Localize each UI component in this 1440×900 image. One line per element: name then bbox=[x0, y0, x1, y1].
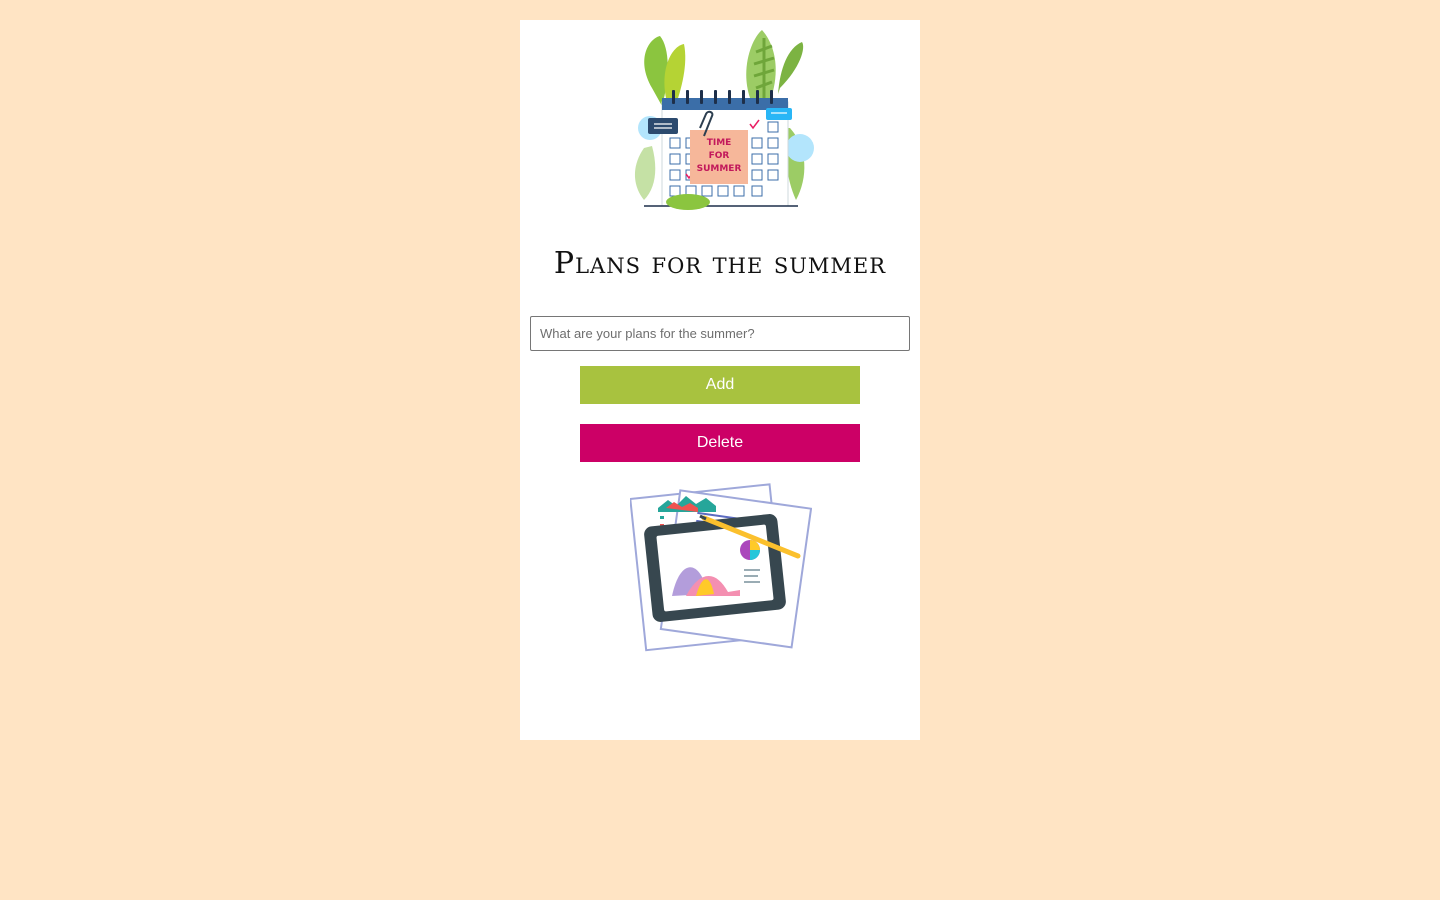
delete-button[interactable]: Delete bbox=[580, 424, 860, 462]
page-title: Plans for the summer bbox=[553, 246, 887, 281]
calendar-summer-illustration-icon: TIME FOR SUMMER bbox=[634, 30, 814, 210]
svg-text:TIME: TIME bbox=[707, 138, 732, 148]
svg-text:FOR: FOR bbox=[709, 151, 730, 161]
planner-card: TIME FOR SUMMER Plans for the summer Add… bbox=[520, 20, 920, 740]
svg-text:SUMMER: SUMMER bbox=[697, 164, 742, 174]
plan-input[interactable] bbox=[530, 316, 910, 351]
tablet-charts-illustration-icon bbox=[630, 483, 812, 652]
add-button[interactable]: Add bbox=[580, 366, 860, 404]
